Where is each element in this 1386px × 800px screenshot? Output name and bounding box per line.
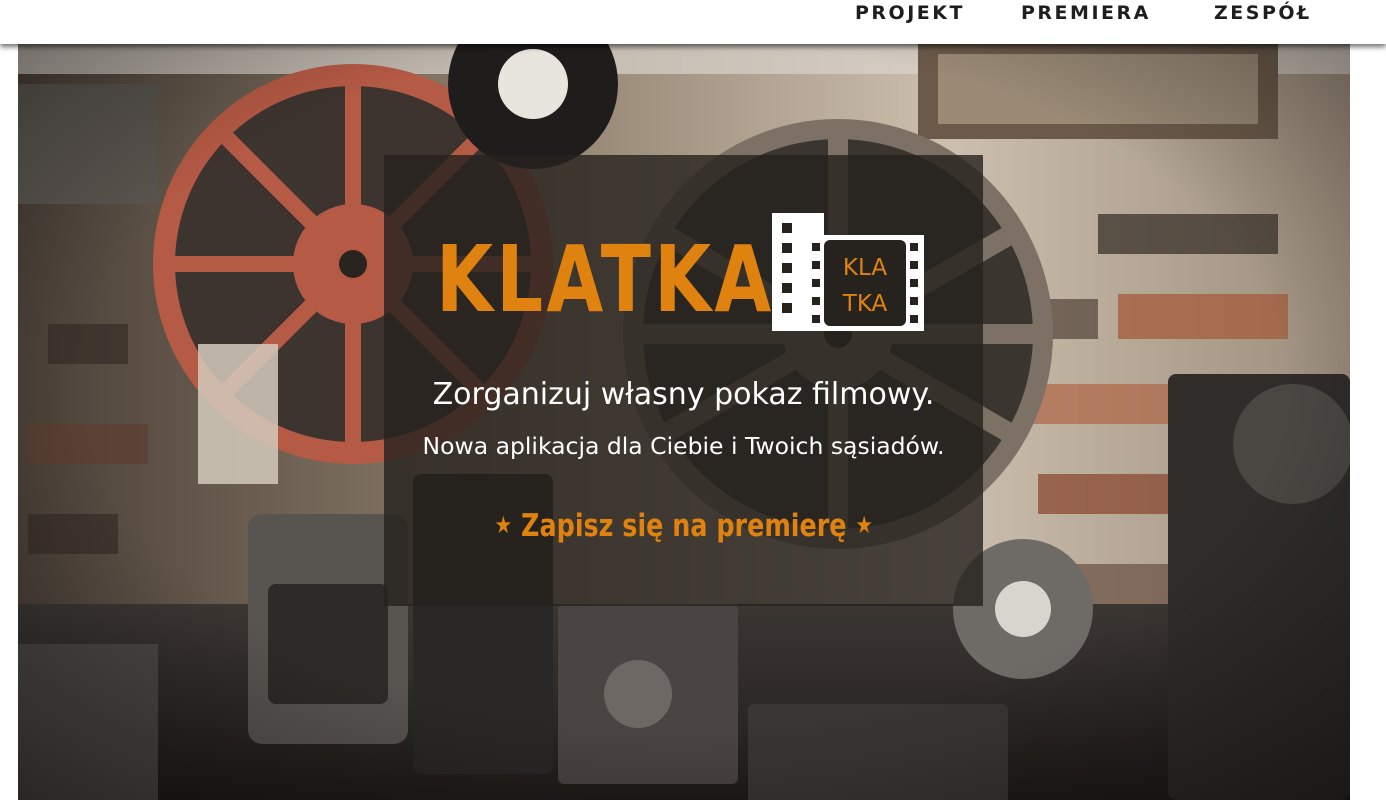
star-icon: ★ bbox=[494, 511, 512, 539]
hero-section: KLATKA KLA TKA Zorganizuj własny pokaz f… bbox=[18, 44, 1350, 800]
signup-premiere-link[interactable]: ★ Zapisz się na premierę ★ bbox=[384, 508, 983, 544]
signup-premiere-label: Zapisz się na premierę bbox=[520, 508, 847, 544]
hero-tagline: Zorganizuj własny pokaz filmowy. bbox=[432, 377, 935, 412]
star-icon: ★ bbox=[855, 511, 873, 539]
hero-overlay-panel: KLATKA KLA TKA Zorganizuj własny pokaz f… bbox=[384, 155, 983, 606]
nav-item-projekt[interactable]: PROJEKT bbox=[855, 0, 965, 26]
brand-wordmark: KLATKA bbox=[436, 226, 775, 333]
film-strip-logo-icon: KLA TKA bbox=[772, 213, 924, 331]
top-navigation: PROJEKT PREMIERA ZESPÓŁ bbox=[0, 0, 1386, 44]
nav-item-premiera[interactable]: PREMIERA bbox=[1021, 0, 1151, 26]
nav-item-zespol[interactable]: ZESPÓŁ bbox=[1214, 0, 1312, 26]
hero-subtagline: Nowa aplikacja dla Ciebie i Twoich sąsia… bbox=[422, 432, 945, 460]
logo-text-line1: KLA bbox=[843, 255, 887, 281]
logo-text-line2: TKA bbox=[842, 291, 888, 317]
